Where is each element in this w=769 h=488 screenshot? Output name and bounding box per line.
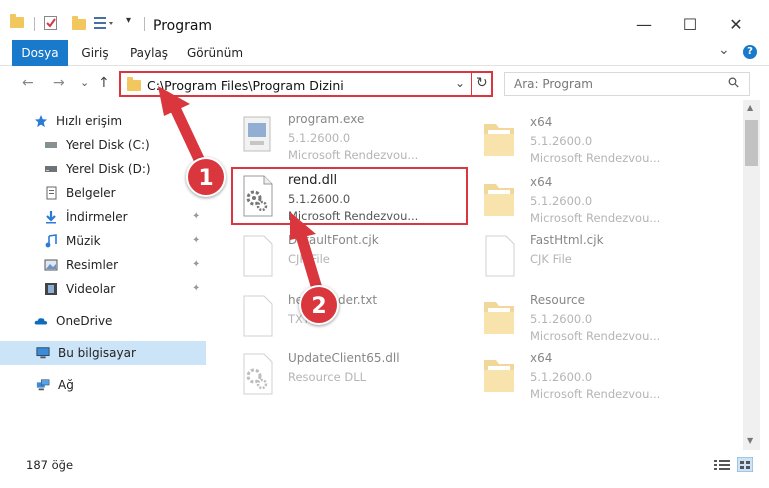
arrow-two — [290, 212, 324, 298]
annotation-arrows — [158, 86, 324, 298]
annotation-badge-1: 1 — [186, 157, 226, 197]
annotation-badge-2: 2 — [299, 285, 339, 325]
